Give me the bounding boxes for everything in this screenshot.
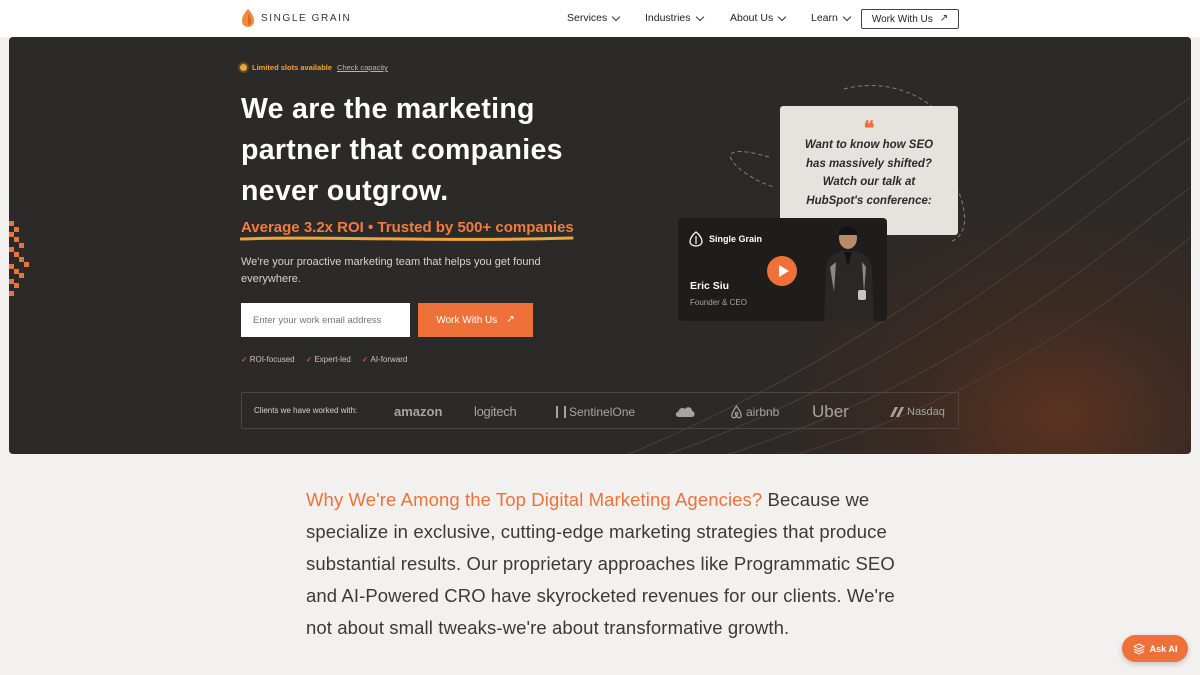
video-brand-label: Single Grain (709, 234, 763, 244)
chevron-down-icon (612, 12, 621, 21)
chevron-down-icon (777, 12, 787, 21)
top-nav: SINGLE GRAIN Services Industries About U… (0, 0, 1200, 37)
why-paragraph: Why We're Among the Top Digital Marketin… (306, 484, 906, 644)
uber-logo: Uber (812, 393, 849, 430)
check-icon: ✓ (241, 355, 248, 364)
play-button[interactable] (767, 256, 797, 286)
ask-ai-label: Ask AI (1149, 643, 1178, 654)
status-dot-icon (240, 64, 247, 71)
nasdaq-logo: Nasdaq (889, 393, 945, 430)
grain-logo-icon (242, 9, 254, 27)
work-with-us-button[interactable]: Work With Us ↗ (418, 303, 533, 337)
why-text: Because we specialize in exclusive, cutt… (306, 489, 895, 638)
play-icon (778, 265, 789, 277)
nav-industries-label: Industries (645, 12, 691, 24)
logo-text: SINGLE GRAIN (261, 12, 352, 24)
nav-about[interactable]: About Us (730, 12, 787, 24)
speaker-name: Eric Siu (690, 280, 730, 292)
slots-label: Limited slots available (252, 63, 333, 72)
feature-checks: ✓ ROI-focused ✓ Expert-led ✓ AI-forward (241, 355, 407, 364)
hero-section: Limited slots available Check capacity W… (9, 37, 1191, 454)
layers-icon (1132, 642, 1145, 655)
airbnb-icon (731, 404, 742, 418)
chevron-down-icon (842, 12, 852, 21)
limited-slots-badge: Limited slots available Check capacity (240, 63, 388, 72)
quote-text: Want to know how SEO has massively shift… (804, 139, 934, 207)
uber-logo-text: Uber (812, 401, 849, 421)
airbnb-logo-text: airbnb (746, 404, 780, 419)
nasdaq-icon (890, 406, 904, 417)
video-card[interactable]: Single Grain Eric Siu Founder & CEO (678, 218, 887, 321)
nav-services-label: Services (567, 12, 608, 24)
nav-services[interactable]: Services (567, 12, 621, 24)
nav-about-label: About Us (730, 12, 774, 24)
sentinelone-bars-icon (556, 405, 566, 418)
video-brand: Single Grain (689, 231, 762, 247)
sentinelone-logo: SentinelOne (556, 393, 635, 430)
ask-ai-button[interactable]: Ask AI (1122, 635, 1188, 662)
check-icon: ✓ (361, 355, 369, 364)
check-label: Expert-led (314, 355, 351, 364)
clients-bar: Clients we have worked with: amazon logi… (241, 392, 959, 429)
cta-label: Work With Us (436, 314, 498, 326)
nav-learn-label: Learn (811, 12, 838, 24)
airbnb-logo: airbnb (730, 393, 779, 430)
check-item: ✓ AI-forward (362, 355, 408, 364)
pixel-decoration (9, 221, 29, 296)
nav-industries[interactable]: Industries (645, 12, 704, 24)
clients-label: Clients we have worked with: (254, 406, 358, 415)
check-label: AI-forward (370, 355, 408, 364)
check-capacity-link[interactable]: Check capacity (337, 63, 388, 72)
check-item: ✓ ROI-focused (241, 355, 295, 364)
amazon-logo-text: amazon (394, 404, 443, 419)
logo[interactable]: SINGLE GRAIN (241, 8, 351, 28)
hero-subtext: We're your proactive marketing team that… (241, 256, 541, 285)
chevron-down-icon (695, 12, 704, 21)
nav-learn[interactable]: Learn (811, 12, 852, 24)
sentinelone-logo-text: SentinelOne (569, 404, 636, 419)
why-lead: Why We're Among the Top Digital Marketin… (306, 489, 763, 510)
hero-headline: We are the marketing partner that compan… (241, 93, 563, 207)
email-input[interactable] (241, 303, 410, 337)
amazon-logo: amazon (394, 393, 442, 430)
arrow-up-right-icon: ↗ (939, 13, 949, 24)
nav-cta-label: Work With Us (871, 13, 933, 25)
grain-logo-icon (689, 231, 703, 247)
page: SINGLE GRAIN Services Industries About U… (0, 0, 1200, 675)
check-label: ROI-focused (249, 355, 295, 364)
logitech-logo-text: logitech (474, 404, 517, 419)
check-item: ✓ Expert-led (306, 355, 351, 364)
nasdaq-logo-text: Nasdaq (907, 405, 945, 418)
arrow-up-right-icon: ↗ (506, 314, 515, 325)
salesforce-logo (674, 393, 696, 430)
quote-card: ❝ Want to know how SEO has massively shi… (780, 106, 958, 235)
brush-underline (240, 236, 574, 241)
speaker-photo (824, 226, 874, 321)
logitech-logo: logitech (474, 393, 517, 430)
nav-work-with-us-button[interactable]: Work With Us ↗ (861, 9, 959, 29)
check-icon: ✓ (305, 355, 313, 364)
salesforce-cloud-icon (675, 406, 695, 417)
speaker-role: Founder & CEO (690, 298, 747, 307)
